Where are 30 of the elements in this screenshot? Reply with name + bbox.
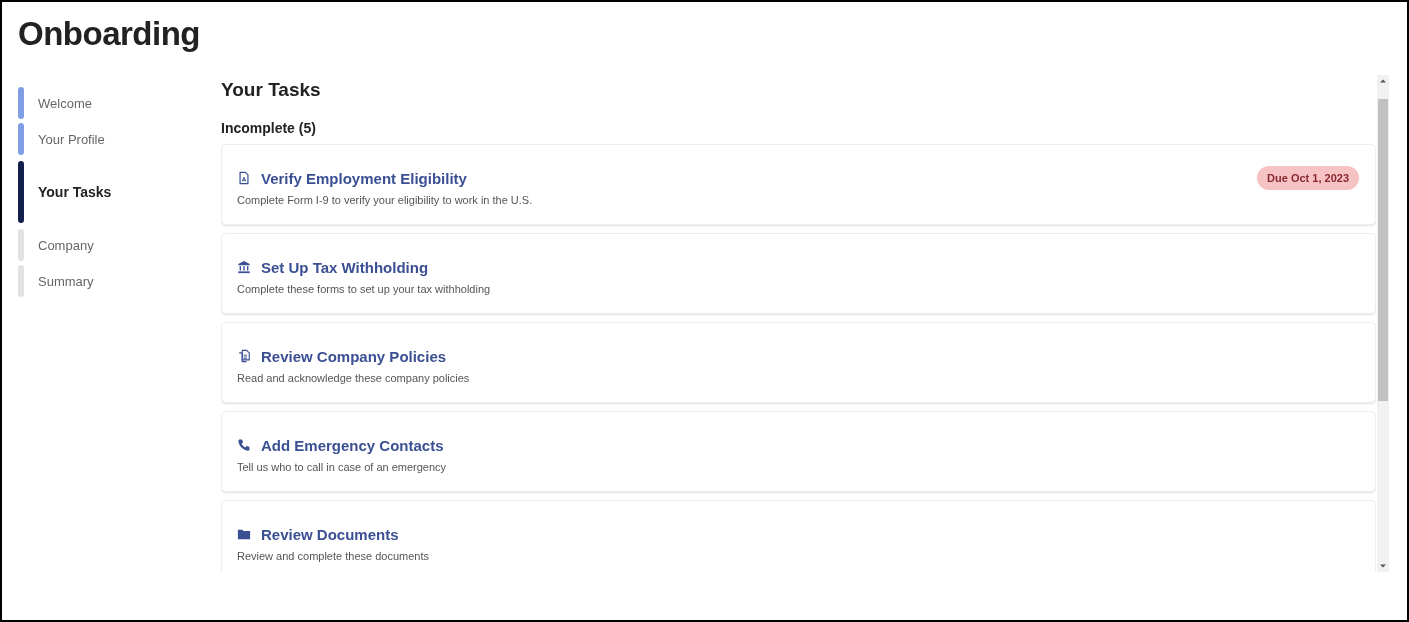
task-title[interactable]: Set Up Tax Withholding bbox=[261, 258, 429, 276]
documents-icon bbox=[237, 349, 251, 363]
document-icon bbox=[237, 171, 251, 185]
task-title[interactable]: Review Company Policies bbox=[261, 347, 447, 365]
task-description: Complete these forms to set up your tax withholding bbox=[237, 283, 492, 295]
phone-icon bbox=[237, 438, 251, 452]
sidebar-item[interactable]: Summary bbox=[18, 265, 221, 297]
task-title[interactable]: Review Documents bbox=[261, 525, 399, 543]
task-card[interactable]: Verify Employment Eligibility Due Oct 1, 2023 Complete Form I-9 to verify your eligibility to work in the U.S. bbox=[221, 144, 1376, 225]
task-title[interactable]: Add Emergency Contacts bbox=[261, 436, 444, 454]
task-title[interactable]: Verify Employment Eligibility bbox=[261, 169, 467, 187]
scrollbar[interactable] bbox=[1377, 75, 1389, 572]
due-date-badge: Due Oct 1, 2023 bbox=[1257, 166, 1359, 190]
group-label: Incomplete (5) bbox=[221, 120, 317, 136]
task-card[interactable]: Add Emergency Contacts Tell us who to call in case of an emergency bbox=[221, 411, 1376, 492]
task-description: Read and acknowledge these company policies bbox=[237, 372, 471, 384]
sidebar-item[interactable]: Your Tasks bbox=[18, 161, 221, 223]
task-description: Review and complete these documents bbox=[237, 550, 430, 562]
sidebar-item[interactable]: Your Profile bbox=[18, 123, 221, 155]
task-card[interactable]: Review Company Policies Read and acknowledge these company policies bbox=[221, 322, 1376, 403]
task-description: Complete Form I-9 to verify your eligibility to work in the U.S. bbox=[237, 194, 534, 206]
bank-icon bbox=[237, 260, 251, 274]
folder-icon bbox=[237, 527, 251, 541]
sidebar-item[interactable]: Company bbox=[18, 229, 221, 261]
task-description: Tell us who to call in case of an emergency bbox=[237, 461, 448, 473]
sidebar-item[interactable]: Welcome bbox=[18, 87, 221, 119]
task-card[interactable]: Set Up Tax Withholding Complete these forms to set up your tax withholding bbox=[221, 233, 1376, 314]
task-card[interactable]: Review Documents Review and complete these documents bbox=[221, 500, 1376, 572]
page-title: Onboarding bbox=[18, 14, 201, 54]
section-heading: Your Tasks bbox=[221, 78, 322, 102]
